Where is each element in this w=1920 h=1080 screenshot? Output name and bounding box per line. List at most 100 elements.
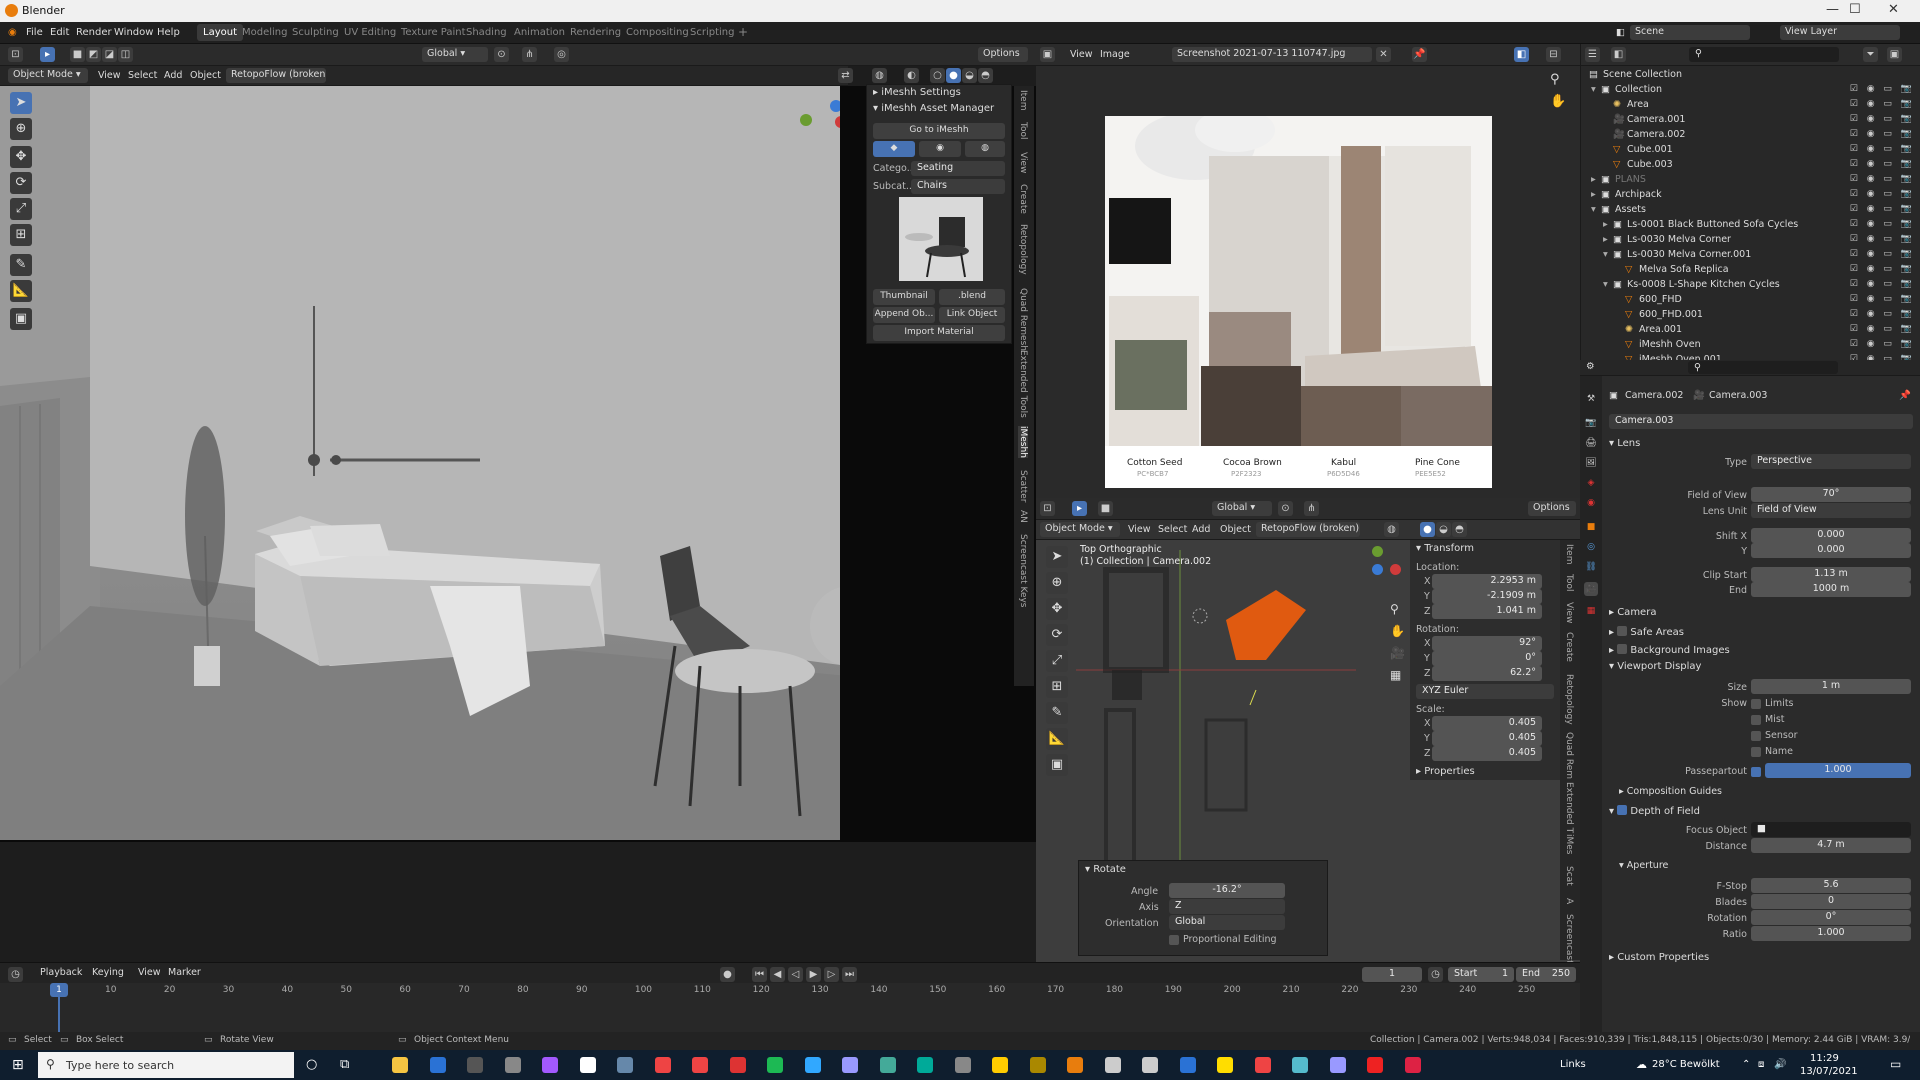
ortho-add-cube-tool-button[interactable]: ▣ bbox=[1046, 754, 1068, 776]
expand-arrow-right-icon[interactable]: ▸ bbox=[1603, 234, 1608, 245]
properties-search-input[interactable]: ⚲ bbox=[1688, 361, 1838, 374]
pin-properties-icon[interactable]: 📌 bbox=[1899, 390, 1911, 401]
sidebar-tab-create[interactable]: Create bbox=[1018, 184, 1028, 214]
close-icon[interactable]: ✕ bbox=[1888, 2, 1899, 17]
ortho-tab-imeshh[interactable]: iMes bbox=[1564, 834, 1574, 855]
gimp-icon[interactable] bbox=[1029, 1057, 1046, 1073]
ortho-grid-icon[interactable]: ▦ bbox=[1390, 668, 1401, 682]
ortho-pivot-icon[interactable]: ⊙ bbox=[1278, 501, 1293, 516]
ortho-rotate-tool-button[interactable]: ⟳ bbox=[1046, 624, 1068, 646]
visibility-toggles-icon[interactable]: ☑ ◉ ▭ 📷 bbox=[1850, 144, 1915, 154]
measure-tool-button[interactable]: 📐 bbox=[10, 280, 32, 302]
name-checkbox[interactable] bbox=[1751, 747, 1761, 757]
scale-y-field[interactable]: 0.405 bbox=[1432, 731, 1542, 746]
prev-keyframe-icon[interactable]: ◀ bbox=[770, 967, 785, 982]
task-view-icon[interactable]: ⧉ bbox=[340, 1057, 349, 1072]
outliner-row[interactable]: ▾ ▣ Ks-0008 L-Shape Kitchen Cycles ☑ ◉ ▭ 📷 bbox=[1581, 278, 1920, 293]
visibility-toggles-icon[interactable]: ☑ ◉ ▭ 📷 bbox=[1850, 249, 1915, 259]
maximize-icon[interactable]: ☐ bbox=[1849, 2, 1861, 17]
dof-distance-field[interactable]: 4.7 m bbox=[1751, 838, 1911, 853]
ortho-menu-object[interactable]: Object bbox=[1220, 524, 1251, 535]
taskbar-links[interactable]: Links bbox=[1560, 1059, 1586, 1070]
angle-field[interactable]: -16.2° bbox=[1169, 883, 1285, 898]
lens-section-header[interactable]: ▾ Lens bbox=[1609, 438, 1640, 449]
tray-chevron-icon[interactable]: ⌃ bbox=[1742, 1059, 1750, 1070]
image-pan-icon[interactable]: ✋ bbox=[1550, 94, 1566, 109]
workspace-tab-texture-paint[interactable]: Texture Paint bbox=[401, 27, 466, 38]
blender-icon[interactable] bbox=[1067, 1057, 1083, 1073]
ortho-select-tool-button[interactable]: ➤ bbox=[1046, 546, 1068, 568]
import-material-button[interactable]: Import Material bbox=[873, 325, 1005, 341]
ortho-pan-icon[interactable]: ✋ bbox=[1390, 624, 1405, 638]
media-encoder-icon[interactable] bbox=[842, 1057, 858, 1073]
outliner-row[interactable]: ▸ ▣ Ls-0001 Black Buttoned Sofa Cycles ☑ ◉ … bbox=[1581, 218, 1920, 233]
blades-field[interactable]: 0 bbox=[1751, 894, 1911, 909]
cursor-tool-button[interactable]: ⊕ bbox=[10, 118, 32, 140]
lens-unit-dropdown[interactable]: Field of View bbox=[1751, 503, 1911, 518]
ortho-tab-tool[interactable]: Tool bbox=[1564, 574, 1574, 591]
play-icon[interactable]: ▶ bbox=[806, 967, 821, 982]
menu-render[interactable]: Render bbox=[76, 27, 112, 38]
sidebar-tab-quad-remesh[interactable]: Quad Remesh bbox=[1018, 288, 1028, 351]
scale-z-field[interactable]: 0.405 bbox=[1432, 746, 1542, 761]
breadcrumb-object[interactable]: Camera.002 bbox=[1625, 390, 1683, 401]
asset-type-models-button[interactable]: ◆ bbox=[873, 141, 915, 157]
windows-start-icon[interactable]: ⊞ bbox=[12, 1057, 24, 1073]
outliner-row[interactable]: ▾ ▣ Collection ☑ ◉ ▭ 📷 bbox=[1581, 83, 1920, 98]
ortho-transform-tool-button[interactable]: ⊞ bbox=[1046, 676, 1068, 698]
network-icon[interactable]: ⧈ bbox=[1758, 1059, 1764, 1070]
timeline-editor-type-icon[interactable]: ◷ bbox=[8, 967, 23, 982]
rotation-mode-dropdown[interactable]: XYZ Euler bbox=[1416, 684, 1554, 699]
transform-tool-button[interactable]: ⊞ bbox=[10, 224, 32, 246]
visibility-toggles-icon[interactable]: ☑ ◉ ▭ 📷 bbox=[1850, 114, 1915, 124]
image-editor-type-icon[interactable]: ▣ bbox=[1040, 47, 1055, 62]
image-zoom-icon[interactable]: ⚲ bbox=[1550, 72, 1560, 87]
visibility-toggles-icon[interactable]: ☑ ◉ ▭ 📷 bbox=[1850, 279, 1915, 289]
notion-icon[interactable] bbox=[579, 1057, 596, 1073]
workspace-tab-rendering[interactable]: Rendering bbox=[570, 27, 621, 38]
ortho-measure-tool-button[interactable]: 📐 bbox=[1046, 728, 1068, 750]
chrome-alt-icon[interactable] bbox=[692, 1057, 708, 1073]
outliner-row[interactable]: ✺ Area.001 ☑ ◉ ▭ 📷 bbox=[1581, 323, 1920, 338]
notification-icon[interactable]: ▭ bbox=[1890, 1057, 1901, 1071]
tab-camera-data-icon[interactable]: 🎥 bbox=[1584, 582, 1598, 596]
select-tool-button[interactable]: ➤ bbox=[10, 92, 32, 114]
ortho-tab-retopology[interactable]: Retopology bbox=[1564, 674, 1574, 725]
viewport-gizmo-toggle-icon[interactable]: ⇄ bbox=[838, 68, 853, 83]
shift-x-field[interactable]: 0.000 bbox=[1751, 528, 1911, 543]
outliner-editor-type-icon[interactable]: ☰ bbox=[1585, 47, 1600, 62]
composition-guides-header[interactable]: ▸ Composition Guides bbox=[1619, 786, 1722, 797]
ortho-options-dropdown[interactable]: Options bbox=[1528, 501, 1576, 516]
menu-help[interactable]: Help bbox=[157, 27, 180, 38]
visibility-toggles-icon[interactable]: ☑ ◉ ▭ 📷 bbox=[1850, 189, 1915, 199]
outliner-row[interactable]: 🎥 Camera.002 ☑ ◉ ▭ 📷 bbox=[1581, 128, 1920, 143]
start-frame-field[interactable]: Start 1 bbox=[1448, 967, 1514, 982]
pivot-point-icon[interactable]: ⊙ bbox=[494, 47, 509, 62]
outliner-row[interactable]: ▽ iMeshh Oven ☑ ◉ ▭ 📷 bbox=[1581, 338, 1920, 353]
axis-dropdown[interactable]: Z bbox=[1169, 899, 1285, 914]
app-icon[interactable] bbox=[879, 1057, 896, 1073]
visibility-toggles-icon[interactable]: ☑ ◉ ▭ 📷 bbox=[1850, 324, 1915, 334]
viewport-menu-add[interactable]: Add bbox=[164, 70, 182, 81]
ortho-tab-view[interactable]: View bbox=[1564, 602, 1574, 623]
ortho-menu-select[interactable]: Select bbox=[1158, 524, 1187, 535]
main-3d-viewport[interactable]: ➤ ⊕ ✥ ⟳ ⤢ ⊞ ✎ 📐 ▣ ⚲ ✋ 🎥 🖱 bbox=[0, 86, 848, 842]
ortho-tab-extended[interactable]: Extended T bbox=[1564, 782, 1574, 833]
outliner-row[interactable]: ▽ 600_FHD ☑ ◉ ▭ 📷 bbox=[1581, 293, 1920, 308]
sidebar-tab-scatter[interactable]: Scatter bbox=[1018, 470, 1028, 502]
rotate-operator-header[interactable]: ▾ Rotate bbox=[1085, 864, 1126, 875]
retopoflow-dropdown[interactable]: RetopoFlow (broken) ▾ bbox=[226, 68, 326, 83]
object-mode-dropdown[interactable]: Object Mode ▾ bbox=[8, 68, 88, 83]
annotate-tool-button[interactable]: ✎ bbox=[10, 254, 32, 276]
menu-file[interactable]: File bbox=[26, 27, 43, 38]
camera-datablock-field[interactable]: Camera.003 bbox=[1609, 414, 1913, 429]
figma-icon[interactable] bbox=[542, 1057, 558, 1073]
blender-menu-icon[interactable]: ◉ bbox=[8, 27, 17, 38]
viewport-display-section-header[interactable]: ▾ Viewport Display bbox=[1609, 661, 1701, 672]
record-icon[interactable]: ● bbox=[720, 967, 735, 982]
breadcrumb-data[interactable]: Camera.003 bbox=[1709, 390, 1767, 401]
timeline-track-area[interactable]: 1102030405060708090100110120130140150160… bbox=[0, 983, 1580, 1033]
passepartout-slider[interactable]: 1.000 bbox=[1765, 763, 1911, 778]
shading-solid-icon[interactable]: ● bbox=[946, 68, 961, 83]
sidebar-tab-extended-tools[interactable]: Extended Tools bbox=[1018, 350, 1028, 418]
